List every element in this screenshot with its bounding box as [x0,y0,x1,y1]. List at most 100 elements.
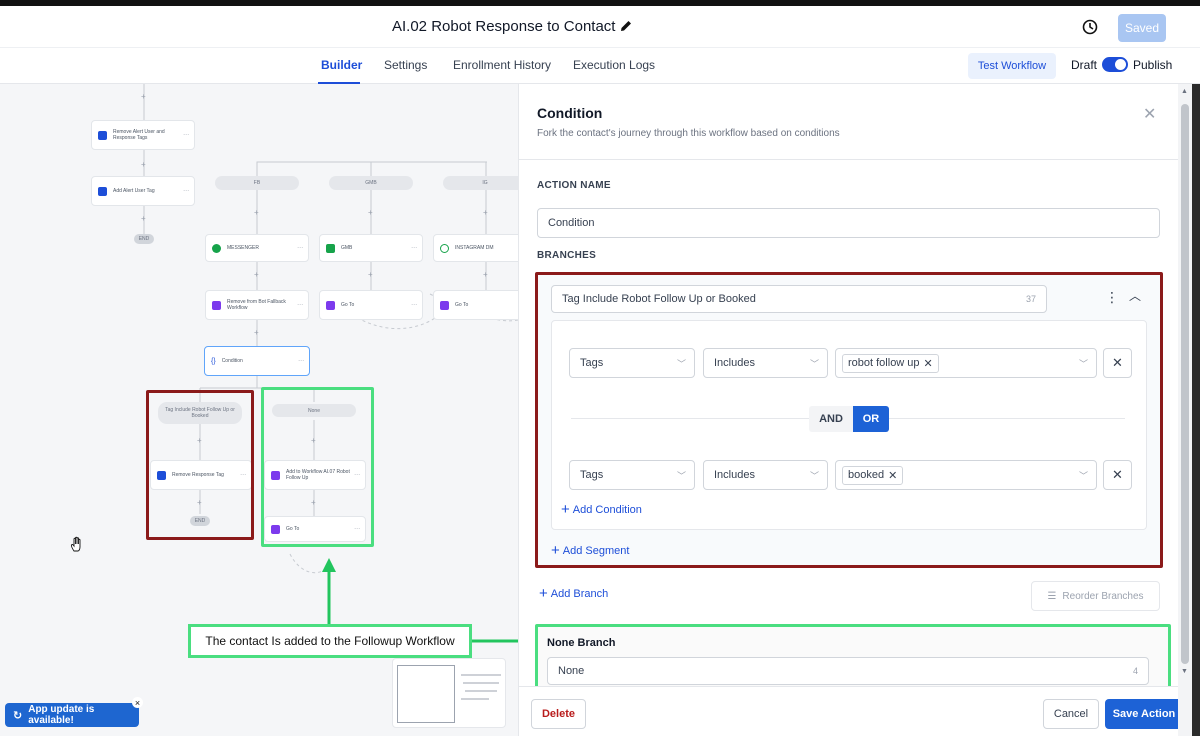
more-icon[interactable]: ⋯ [183,132,189,139]
action-name-label: ACTION NAME [537,180,611,191]
remove-chip-icon[interactable]: ✕ [924,357,933,370]
add-step-plus[interactable]: + [368,270,373,279]
highlight-tag-branch [146,390,254,540]
close-icon[interactable]: × [132,697,143,708]
app-update-banner[interactable]: ↻ App update is available! [5,703,139,727]
tag-icon [98,130,107,140]
messenger-icon [212,243,221,253]
node-condition[interactable]: {} Condition ⋯ [204,346,310,376]
chevron-down-icon: ﹀ [676,471,686,481]
save-action-button[interactable]: Save Action [1105,699,1183,729]
node-goto-ig[interactable]: Go To [433,290,518,320]
scroll-up-icon[interactable]: ▲ [1181,88,1188,95]
chevron-down-icon: ﹀ [809,359,819,369]
value-select[interactable]: booked ✕ ﹀ [835,460,1097,490]
node-remove-from-bot-workflow[interactable]: Remove from Bot Fallback Workflow ⋯ [205,290,309,320]
add-step-plus[interactable]: + [483,208,488,217]
annotation-callout: The contact Is added to the Followup Wor… [188,624,472,658]
char-count: 4 [1132,666,1138,676]
more-icon[interactable]: ⋯ [411,302,417,309]
panel-header: Condition Fork the contact's journey thr… [519,84,1179,160]
saved-button[interactable]: Saved [1118,14,1166,42]
scroll-down-icon[interactable]: ▼ [1181,668,1188,675]
node-messenger[interactable]: MESSENGER ⋯ [205,234,309,262]
canvas-minimap[interactable] [392,658,506,728]
add-step-plus[interactable]: + [368,208,373,217]
operator-select[interactable]: Includes ﹀ [703,460,828,490]
history-icon[interactable] [1081,18,1099,36]
hand-cursor-icon [70,536,81,552]
delete-button[interactable]: Delete [531,699,586,729]
and-button[interactable]: AND [809,406,853,432]
more-icon[interactable]: ⋯ [298,358,304,365]
value-select[interactable]: robot follow up ✕ ﹀ [835,348,1097,378]
node-gmb[interactable]: GMB ⋯ [319,234,423,262]
condition-row: Tags ﹀ Includes ﹀ booked ✕ ﹀ ✕ [569,460,1149,490]
draft-label: Draft [1071,58,1098,72]
cancel-button[interactable]: Cancel [1043,699,1099,729]
plus-icon: + [551,542,560,559]
none-branch-input[interactable]: None 4 [547,657,1149,685]
scroll-thumb[interactable] [1181,104,1189,664]
header: AI.02 Robot Response to Contact Saved [0,6,1200,48]
branch-pill-ig[interactable]: IG [443,176,518,190]
none-branch-title: None Branch [547,637,616,649]
add-step-plus[interactable]: + [254,270,259,279]
node-goto-gmb[interactable]: Go To ⋯ [319,290,423,320]
workflow-icon [212,300,221,310]
add-step-plus[interactable]: + [141,92,146,101]
tab-execution-logs[interactable]: Execution Logs [573,58,655,72]
add-step-plus[interactable]: + [141,214,146,223]
operator-select[interactable]: Includes ﹀ [703,348,828,378]
tab-enrollment-history[interactable]: Enrollment History [453,58,551,72]
more-icon[interactable]: ⋯ [411,245,417,252]
remove-chip-icon[interactable]: ✕ [888,469,897,482]
add-condition-button[interactable]: + Add Condition [561,501,642,518]
publish-label: Publish [1133,58,1173,72]
branch-pill-gmb[interactable]: GMB [329,176,413,190]
more-icon[interactable]: ⋯ [297,245,303,252]
condition-row: Tags ﹀ Includes ﹀ robot follow up ✕ ﹀ ✕ [569,348,1149,378]
node-add-alert-tag[interactable]: Add Alert User Tag ⋯ [91,176,195,206]
test-workflow-button[interactable]: Test Workflow [968,53,1056,79]
goto-icon [326,300,335,310]
remove-condition-button[interactable]: ✕ [1103,348,1132,378]
close-icon[interactable]: ✕ [1143,104,1156,124]
kebab-menu-icon[interactable]: ⋮ [1105,289,1119,306]
more-icon[interactable]: ⋯ [297,302,303,309]
add-step-plus[interactable]: + [483,270,488,279]
add-segment-button[interactable]: + Add Segment [551,542,629,559]
tab-builder[interactable]: Builder [321,58,362,72]
node-remove-alert-tags[interactable]: Remove Alert User and Response Tags ⋯ [91,120,195,150]
node-instagram-dm[interactable]: INSTAGRAM DM [433,234,518,262]
add-branch-button[interactable]: + Add Branch [539,585,608,602]
condition-panel: Condition Fork the contact's journey thr… [518,84,1183,736]
chevron-down-icon: ﹀ [809,471,819,481]
chevron-up-icon[interactable]: ︿ [1129,287,1141,304]
add-step-plus[interactable]: + [254,328,259,337]
window-edge [1192,84,1200,736]
gmb-icon [326,243,335,253]
add-step-plus[interactable]: + [141,160,146,169]
field-select[interactable]: Tags ﹀ [569,348,695,378]
add-step-plus[interactable]: + [254,208,259,217]
value-chip: booked ✕ [842,465,904,485]
refresh-icon: ↻ [13,709,23,722]
branch-pill-fb[interactable]: FB [215,176,299,190]
tab-settings[interactable]: Settings [384,58,427,72]
publish-toggle[interactable] [1102,57,1128,72]
panel-scrollbar[interactable]: ▲ ▼ [1178,84,1192,736]
workflow-title[interactable]: AI.02 Robot Response to Contact [392,18,615,35]
more-icon[interactable]: ⋯ [183,188,189,195]
remove-condition-button[interactable]: ✕ [1103,460,1132,490]
pencil-icon[interactable] [619,19,633,33]
reorder-branches-button[interactable]: ☰ Reorder Branches [1031,581,1160,611]
goto-icon [440,300,449,310]
or-button[interactable]: OR [853,406,889,432]
action-name-input[interactable]: Condition [537,208,1160,238]
field-select[interactable]: Tags ﹀ [569,460,695,490]
minimap-viewport[interactable] [397,665,455,723]
branch-name-input[interactable]: Tag Include Robot Follow Up or Booked 37 [551,285,1047,313]
panel-subtitle: Fork the contact's journey through this … [537,128,840,139]
reorder-icon: ☰ [1047,590,1057,602]
